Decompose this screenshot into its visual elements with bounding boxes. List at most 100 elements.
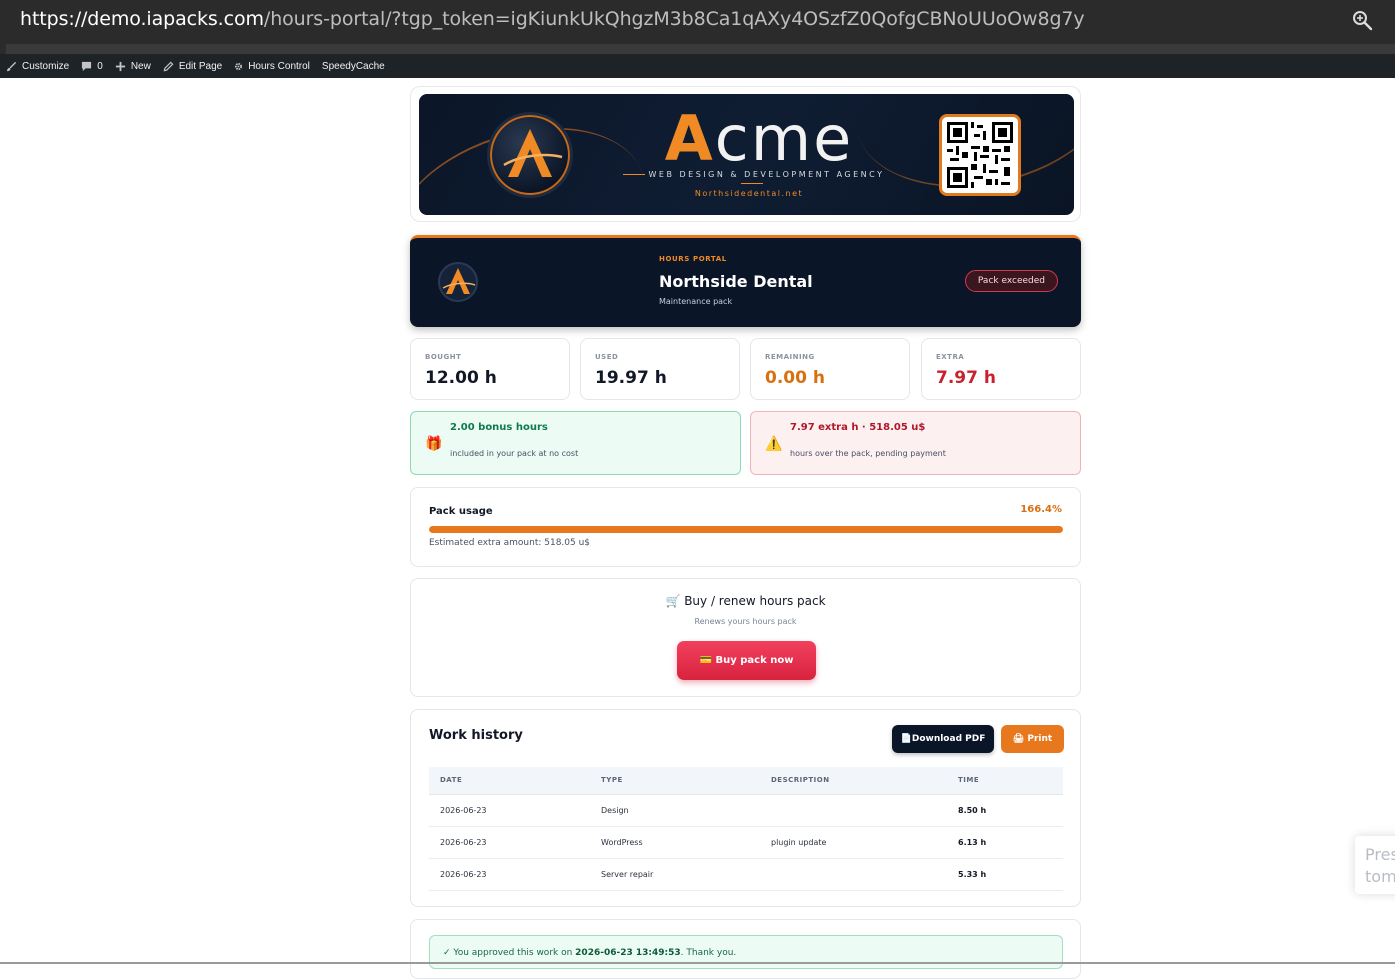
work-history-table: DATE TYPE DESCRIPTION TIME 2026-06-23 De…: [429, 767, 1063, 891]
row-time: 5.33 h: [947, 858, 1063, 891]
row-description: plugin update: [760, 826, 947, 859]
comment-icon: [82, 61, 92, 71]
adminbar-customize[interactable]: Customize: [6, 61, 69, 72]
portal-kicker: HOURS PORTAL: [659, 255, 727, 263]
plus-icon: [115, 61, 125, 71]
bonus-notice: 🎁 2.00 bonus hours included in your pack…: [410, 411, 741, 475]
portal-header: HOURS PORTAL Northside Dental Maintenanc…: [410, 235, 1081, 327]
adminbar-edit-page[interactable]: Edit Page: [163, 61, 222, 72]
pencil-icon: [163, 61, 174, 71]
row-time: 6.13 h: [947, 826, 1063, 859]
usage-progress-fill: [429, 526, 1063, 533]
col-time: TIME: [947, 767, 1063, 795]
side-toast[interactable]: Pres tom: [1355, 836, 1395, 894]
approval-datetime: 2026-06-23 13:49:53: [575, 948, 681, 958]
stat-extra-label: EXTRA: [936, 353, 965, 361]
table-header-row: DATE TYPE DESCRIPTION TIME: [429, 767, 1063, 795]
adminbar-speedycache[interactable]: SpeedyCache: [322, 61, 385, 72]
toast-line-1: Pres: [1365, 845, 1395, 864]
approval-suffix: . Thank you.: [680, 948, 737, 958]
row-date: 2026-06-23: [429, 826, 590, 859]
extra-notice: ⚠️ 7.97 extra h · 518.05 u$ hours over t…: [750, 411, 1081, 475]
qr-code-image: [939, 114, 1021, 196]
col-type: TYPE: [590, 767, 760, 795]
stat-remaining: REMAINING 0.00 h: [750, 338, 910, 400]
stat-bought-label: BOUGHT: [425, 353, 462, 361]
strip-lip: [0, 44, 6, 54]
buy-pack-card: 🛒 Buy / renew hours pack Renews yours ho…: [410, 578, 1081, 697]
agency-wordmark: Acme: [639, 106, 879, 172]
download-pdf-button[interactable]: 📄Download PDF: [892, 725, 994, 753]
row-description: [760, 794, 947, 827]
wordmark-rest: cme: [714, 102, 854, 175]
buy-subtitle: Renews yours hours pack: [694, 617, 797, 626]
browser-url-bar[interactable]: https://demo.iapacks.com/hours-portal/?t…: [0, 0, 1395, 44]
row-type: Design: [590, 794, 760, 827]
brush-icon: [6, 61, 17, 71]
approval-text: ✓ You approved this work on 2026-06-23 1…: [443, 948, 736, 958]
url-text[interactable]: https://demo.iapacks.com/hours-portal/?t…: [20, 8, 1085, 30]
adminbar-hours-control-label: Hours Control: [248, 60, 310, 72]
url-host: https://demo.iapacks.com: [20, 8, 264, 30]
bonus-title: 2.00 bonus hours: [450, 422, 548, 433]
browser-toolbar-strip: [0, 44, 1395, 54]
row-date: 2026-06-23: [429, 858, 590, 891]
stat-bought-value: 12.00 h: [425, 368, 497, 388]
row-description: [760, 858, 947, 891]
adminbar-speedycache-label: SpeedyCache: [321, 60, 385, 72]
buy-pack-button[interactable]: 💳 Buy pack now: [677, 641, 816, 680]
plan-name: Maintenance pack: [659, 297, 733, 306]
stat-remaining-value: 0.00 h: [765, 368, 825, 388]
agency-banner: Acme WEB DESIGN & DEVELOPMENT AGENCY Nor…: [419, 94, 1074, 215]
agency-site: Northsidedental.net: [694, 189, 804, 198]
stat-bought: BOUGHT 12.00 h: [410, 338, 570, 400]
gift-icon: 🎁: [425, 436, 443, 452]
agency-tagline: WEB DESIGN & DEVELOPMENT AGENCY: [614, 170, 889, 188]
buy-title: 🛒 Buy / renew hours pack: [665, 594, 826, 608]
stat-extra: EXTRA 7.97 h: [921, 338, 1081, 400]
stat-used-label: USED: [595, 353, 619, 361]
adminbar-new-label: New: [130, 60, 151, 72]
table-row: 2026-06-23 WordPress plugin update 6.13 …: [429, 826, 1063, 859]
adminbar-comments-count: 0: [97, 60, 103, 72]
agency-logo-mark: [503, 129, 563, 177]
agency-tagline-text: WEB DESIGN & DEVELOPMENT AGENCY: [648, 170, 885, 179]
usage-title: Pack usage: [429, 506, 493, 517]
extra-title: 7.97 extra h · 518.05 u$: [790, 422, 926, 433]
gear-icon: [235, 62, 243, 70]
row-time: 8.50 h: [947, 794, 1063, 827]
usage-estimate: Estimated extra amount: 518.05 u$: [429, 538, 591, 548]
row-type: Server repair: [590, 858, 760, 891]
row-type: WordPress: [590, 826, 760, 859]
usage-percent: 166.4%: [1020, 504, 1062, 515]
adminbar-customize-label: Customize: [22, 60, 70, 72]
work-history-card: Work history 📄Download PDF 🖨 Print DATE …: [410, 709, 1081, 907]
stat-extra-value: 7.97 h: [936, 368, 996, 388]
adminbar-hours-control[interactable]: Hours Control: [234, 61, 310, 72]
extra-text: hours over the pack, pending payment: [790, 449, 946, 458]
bonus-text: included in your pack at no cost: [450, 449, 579, 458]
toast-line-2: tom: [1365, 867, 1395, 886]
table-row: 2026-06-23 Design 8.50 h: [429, 794, 1063, 827]
zoom-icon[interactable]: [1351, 9, 1375, 33]
col-date: DATE: [429, 767, 590, 795]
client-name: Northside Dental: [659, 272, 813, 291]
row-date: 2026-06-23: [429, 794, 590, 827]
pack-usage-card: Pack usage 166.4% Estimated extra amount…: [410, 487, 1081, 567]
approval-prefix: ✓ You approved this work on: [443, 948, 576, 958]
print-button[interactable]: 🖨 Print: [1001, 725, 1064, 753]
wp-admin-bar: Customize 0 New Edit Page Hours Control …: [0, 54, 1395, 78]
status-badge: Pack exceeded: [964, 270, 1058, 292]
toast-text: Pres tom: [1365, 844, 1395, 888]
history-title: Work history: [429, 728, 523, 743]
stat-used: USED 19.97 h: [580, 338, 740, 400]
adminbar-new[interactable]: New: [115, 61, 151, 72]
wordmark-a: A: [664, 102, 715, 175]
approval-card: ✓ You approved this work on 2026-06-23 1…: [410, 919, 1081, 979]
agency-mini-logo-icon: [438, 262, 478, 302]
warning-icon: ⚠️: [765, 436, 783, 452]
stat-used-value: 19.97 h: [595, 368, 667, 388]
stat-remaining-label: REMAINING: [765, 353, 815, 361]
adminbar-comments[interactable]: 0: [81, 61, 103, 72]
agency-logo: [487, 112, 573, 198]
